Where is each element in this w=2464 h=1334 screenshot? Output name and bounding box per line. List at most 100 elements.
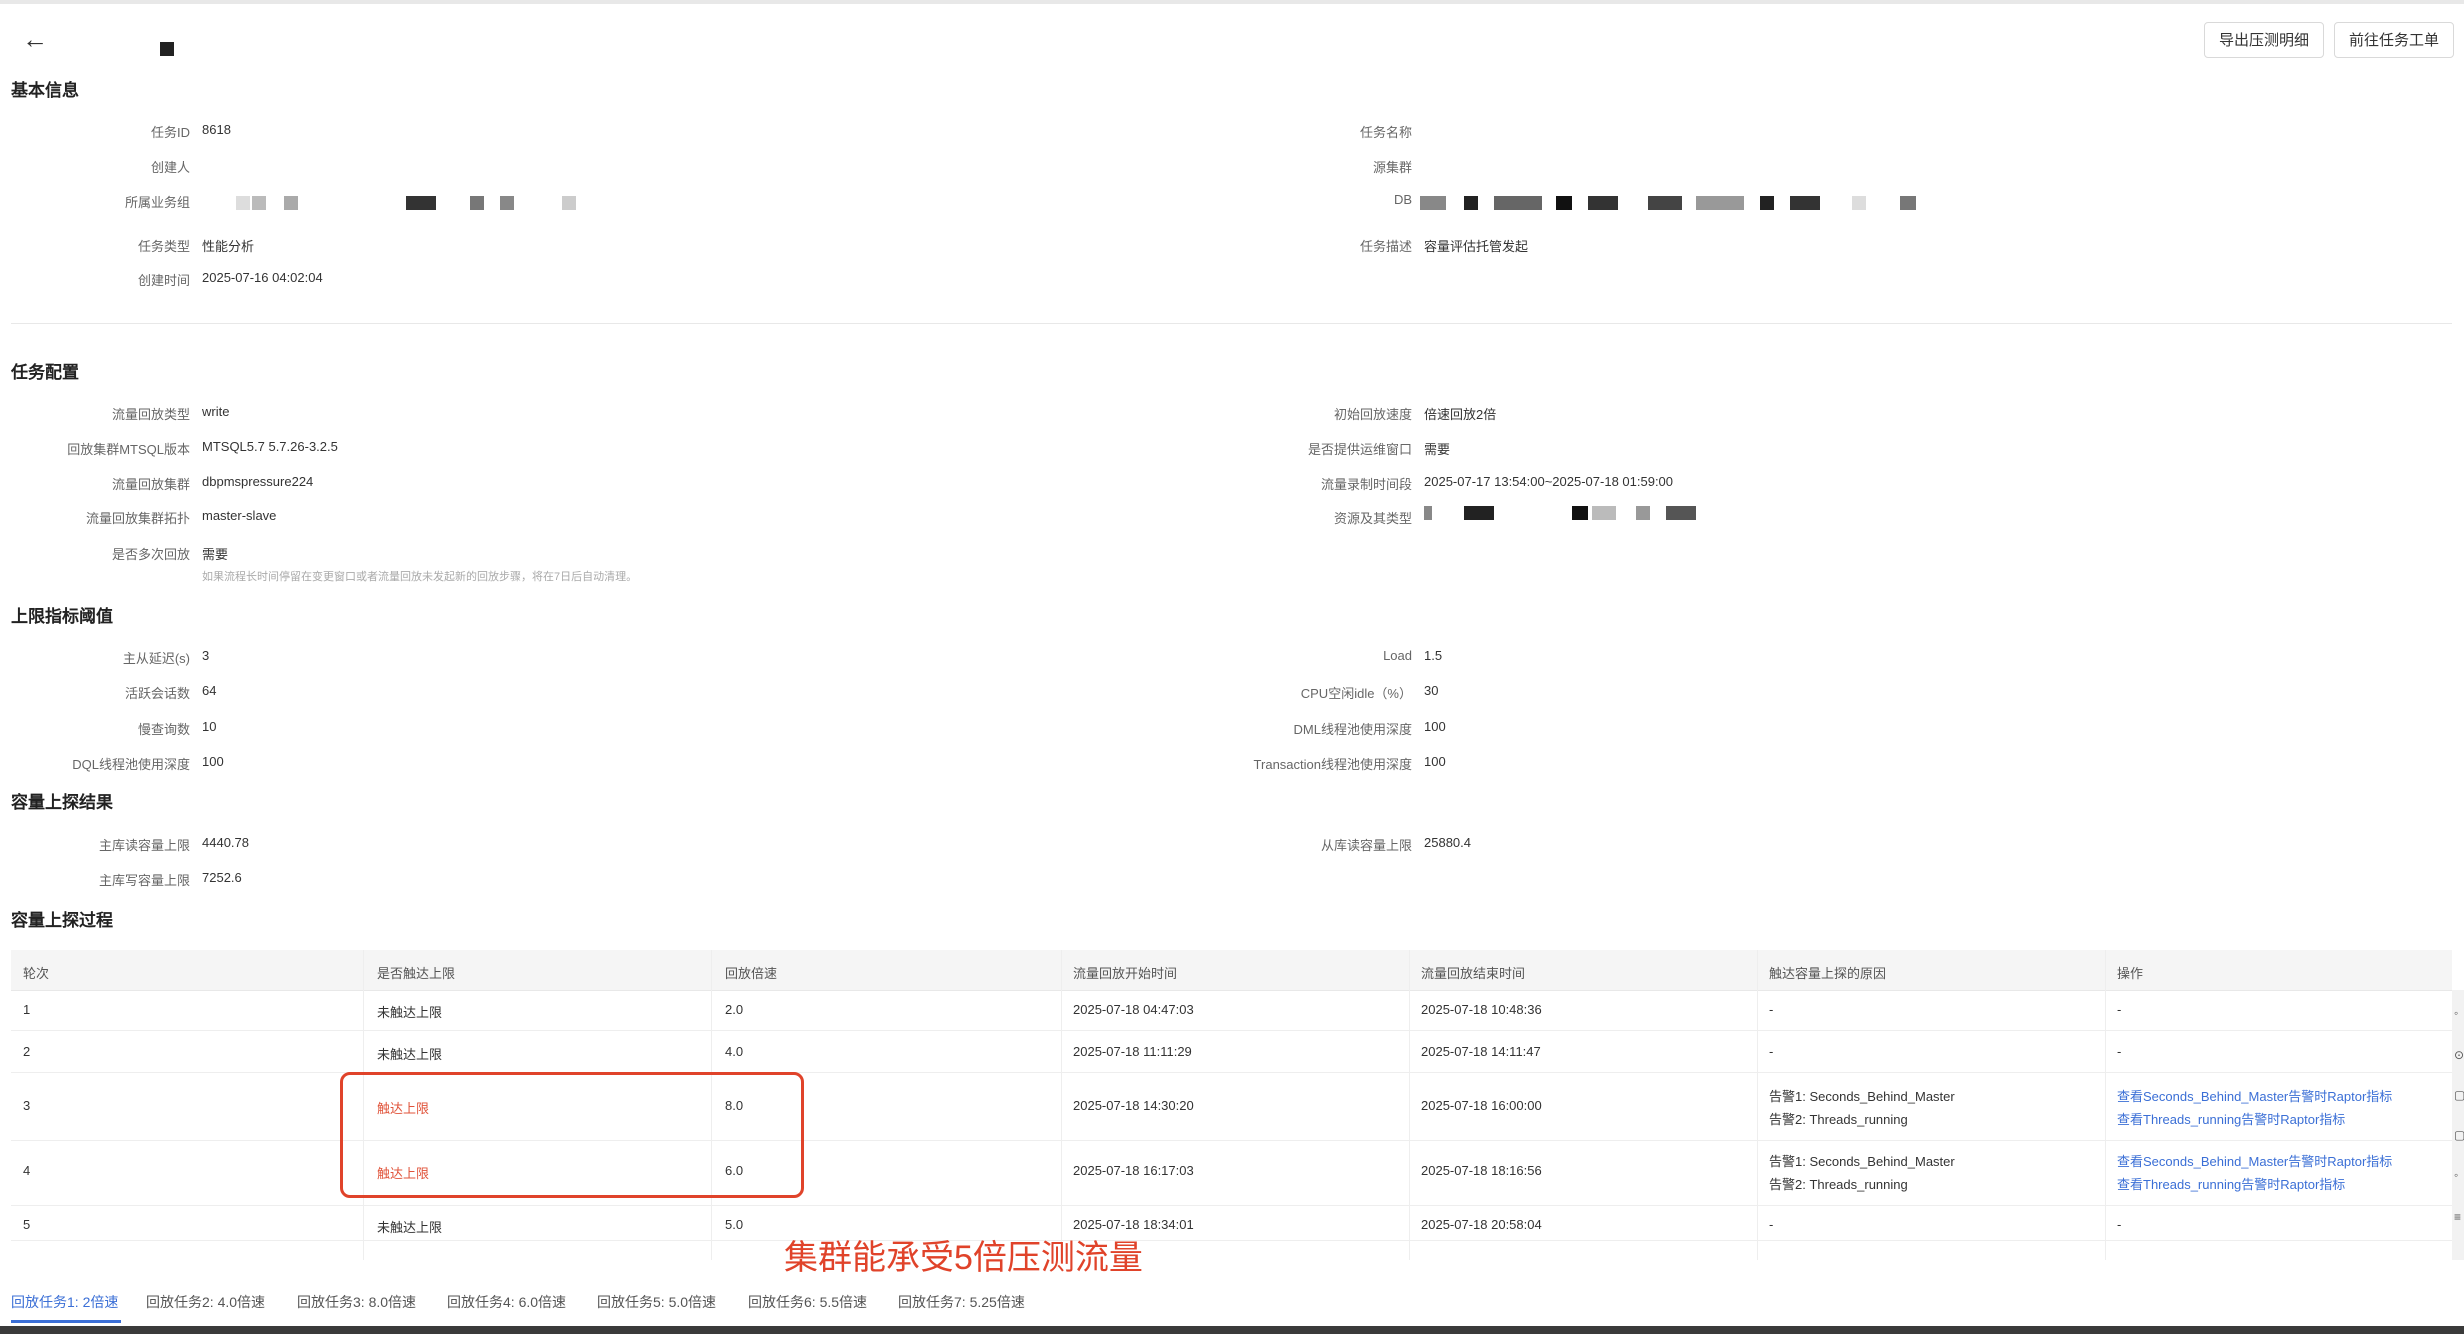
- section-basic-info: 基本信息: [11, 81, 79, 100]
- row-end: 2025-07-18 18:16:56: [1421, 1163, 1542, 1178]
- bottom-bar: [0, 1326, 2464, 1334]
- multi-replay-label: 是否多次回放: [111, 547, 190, 562]
- toolbar-icon[interactable]: ◦: [2454, 1006, 2458, 1020]
- arrow-left-icon[interactable]: ←: [22, 26, 48, 52]
- sessions-value: 64: [202, 683, 217, 698]
- slow-query-label: 慢查询数: [137, 722, 190, 737]
- tab-replay-1[interactable]: 回放任务1: 2倍速: [11, 1292, 118, 1312]
- task-desc-value: 容量评估托管发起: [1424, 239, 1529, 254]
- tab-replay-6[interactable]: 回放任务6: 5.5倍速: [748, 1292, 867, 1312]
- toolbar-icon[interactable]: ▢: [2454, 1088, 2464, 1102]
- mtsql-version-value: MTSQL5.7 5.7.26-3.2.5: [202, 439, 338, 454]
- toolbar-icon[interactable]: ◦: [2454, 1168, 2458, 1182]
- replay-type-label: 流量回放类型: [111, 407, 190, 422]
- cpu-idle-label: CPU空闲idle（%）: [1300, 686, 1412, 701]
- row-start: 2025-07-18 16:17:03: [1073, 1163, 1194, 1178]
- row-speed: 5.0: [725, 1217, 744, 1232]
- replay-type-value: write: [202, 404, 230, 419]
- slave-read-value: 25880.4: [1424, 835, 1471, 850]
- tab-replay-5[interactable]: 回放任务5: 5.0倍速: [597, 1292, 716, 1312]
- row-reason-alert1: 告警1: Seconds_Behind_Master: [1769, 1154, 1955, 1169]
- slave-read-label: 从库读容量上限: [1320, 838, 1412, 853]
- row-divider: [11, 1240, 2452, 1241]
- view-sbm-metrics-link[interactable]: 查看Seconds_Behind_Master告警时Raptor指标: [2117, 1151, 2392, 1170]
- row-reached: 未触达上限: [377, 1005, 443, 1020]
- row-reason: -: [1769, 1217, 1774, 1232]
- cpu-idle-value: 30: [1424, 683, 1439, 698]
- trx-depth-value: 100: [1424, 754, 1446, 769]
- top-border: [0, 0, 2464, 4]
- task-type-value: 性能分析: [202, 239, 255, 254]
- multi-replay-note: 如果流程长时间停留在变更窗口或者流量回放未发起新的回放步骤，将在7日后自动清理。: [202, 571, 638, 583]
- tab-replay-2[interactable]: 回放任务2: 4.0倍速: [146, 1292, 265, 1312]
- row-reason-alert2: 告警2: Threads_running: [1769, 1177, 1908, 1192]
- replay-cluster-label: 流量回放集群: [111, 477, 190, 492]
- tab-replay-4[interactable]: 回放任务4: 6.0倍速: [447, 1292, 566, 1312]
- row-end: 2025-07-18 16:00:00: [1421, 1098, 1542, 1113]
- source-cluster-label: 源集群: [1372, 160, 1412, 175]
- row-speed: 4.0: [725, 1044, 744, 1059]
- task-id-label: 任务ID: [150, 125, 190, 140]
- master-write-label: 主库写容量上限: [98, 873, 190, 888]
- page-title-redacted: [160, 42, 174, 56]
- column-divider: [1757, 950, 1758, 1260]
- tab-replay-7[interactable]: 回放任务7: 5.25倍速: [898, 1292, 1025, 1312]
- row-round: 4: [23, 1163, 31, 1178]
- row-round: 2: [23, 1044, 31, 1059]
- toolbar-icon[interactable]: ▢: [2454, 1128, 2464, 1142]
- row-divider: [11, 1205, 2452, 1206]
- row-action: -: [2117, 1002, 2122, 1017]
- dql-depth-value: 100: [202, 754, 224, 769]
- col-start: 流量回放开始时间: [1073, 966, 1178, 981]
- load-label: Load: [1383, 648, 1412, 663]
- toolbar-icon[interactable]: ≡: [2454, 1210, 2461, 1224]
- toolbar-icon[interactable]: ⊙: [2454, 1048, 2464, 1062]
- dml-depth-label: DML线程池使用深度: [1293, 722, 1412, 737]
- row-reason: -: [1769, 1002, 1774, 1017]
- master-read-value: 4440.78: [202, 835, 249, 850]
- row-end: 2025-07-18 20:58:04: [1421, 1217, 1542, 1232]
- highlight-box: [340, 1072, 804, 1198]
- col-end: 流量回放结束时间: [1421, 966, 1526, 981]
- ops-window-label: 是否提供运维窗口: [1307, 442, 1412, 457]
- task-type-label: 任务类型: [137, 239, 190, 254]
- row-reached: 未触达上限: [377, 1047, 443, 1062]
- created-at-value: 2025-07-16 04:02:04: [202, 270, 323, 285]
- task-id-value: 8618: [202, 122, 231, 137]
- view-threads-metrics-link[interactable]: 查看Threads_running告警时Raptor指标: [2117, 1174, 2345, 1193]
- topology-label: 流量回放集群拓扑: [85, 511, 190, 526]
- export-detail-button[interactable]: 导出压测明细: [2204, 22, 2324, 58]
- delay-value: 3: [202, 648, 210, 663]
- column-divider: [1409, 950, 1410, 1260]
- goto-ticket-button[interactable]: 前往任务工单: [2334, 22, 2454, 58]
- ops-window-value: 需要: [1424, 442, 1451, 457]
- section-task-config: 任务配置: [11, 363, 79, 382]
- row-action: -: [2117, 1044, 2122, 1059]
- row-reason-alert2: 告警2: Threads_running: [1769, 1112, 1908, 1127]
- row-start: 2025-07-18 11:11:29: [1073, 1044, 1192, 1059]
- replay-cluster-value: dbpmspressure224: [202, 474, 314, 489]
- section-divider: [11, 323, 2452, 324]
- row-reason-alert1: 告警1: Seconds_Behind_Master: [1769, 1089, 1955, 1104]
- topology-value: master-slave: [202, 508, 277, 523]
- task-desc-label: 任务描述: [1359, 239, 1412, 254]
- delay-label: 主从延迟(s): [122, 651, 190, 666]
- row-round: 5: [23, 1217, 31, 1232]
- init-speed-value: 倍速回放2倍: [1424, 407, 1497, 422]
- record-period-value: 2025-07-17 13:54:00~2025-07-18 01:59:00: [1424, 474, 1674, 489]
- row-action: -: [2117, 1217, 2122, 1232]
- section-process: 容量上探过程: [11, 911, 113, 930]
- db-label: DB: [1393, 192, 1412, 207]
- multi-replay-value: 需要: [202, 547, 229, 562]
- tab-replay-3[interactable]: 回放任务3: 8.0倍速: [297, 1292, 416, 1312]
- creator-label: 创建人: [150, 160, 190, 175]
- sessions-label: 活跃会话数: [124, 686, 190, 701]
- master-read-label: 主库读容量上限: [98, 838, 190, 853]
- load-value: 1.5: [1424, 648, 1443, 663]
- row-round: 1: [23, 1002, 31, 1017]
- view-sbm-metrics-link[interactable]: 查看Seconds_Behind_Master告警时Raptor指标: [2117, 1086, 2392, 1105]
- slow-query-value: 10: [202, 719, 217, 734]
- view-threads-metrics-link[interactable]: 查看Threads_running告警时Raptor指标: [2117, 1109, 2345, 1128]
- section-thresholds: 上限指标阈值: [11, 607, 113, 626]
- record-period-label: 流量录制时间段: [1320, 477, 1412, 492]
